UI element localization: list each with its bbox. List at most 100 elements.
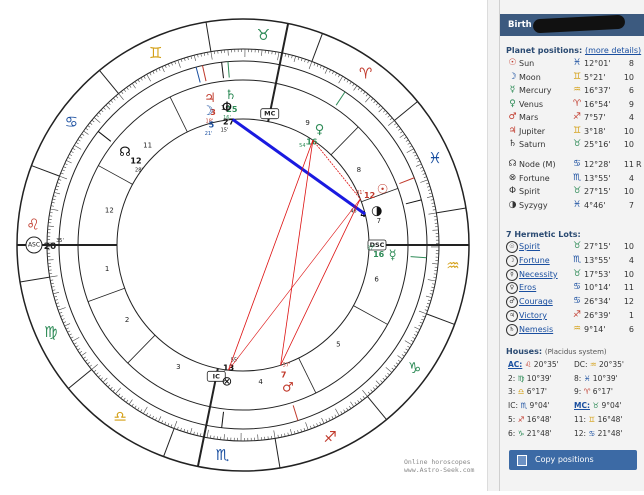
aspect-line-blue [233, 119, 365, 214]
lot-degree: 17°53' [584, 270, 611, 279]
retrograde-mark: R [636, 160, 642, 169]
degree-tick [420, 167, 423, 168]
degree-tick [66, 160, 71, 163]
degree-tick [99, 112, 101, 114]
house-degree: 21°48' [595, 429, 622, 438]
point-glyph-icon: ☊ [507, 159, 518, 169]
degree-tick [171, 63, 172, 66]
degree-tick [329, 70, 330, 73]
point-name: Fortune [519, 174, 550, 183]
aspect-line-red [228, 140, 312, 370]
lot-house: 11 [622, 283, 634, 292]
planet-name: Moon [519, 73, 541, 82]
zodiac-sign-10-icon: ♑ [408, 359, 421, 377]
point-name: Node (M) [519, 160, 556, 169]
lot-link-victory[interactable]: Victory [519, 311, 547, 320]
copy-positions-button[interactable]: Copy positions [509, 450, 637, 470]
lot-link-eros[interactable]: Eros [519, 283, 536, 292]
planet-degree: 3°18' [584, 127, 605, 136]
planet-row-mars: ♂Mars♐7°57'4 [504, 112, 644, 125]
degree-tick [90, 123, 92, 125]
point-row-fortune: ⊗Fortune♏13°55'4 [504, 173, 644, 186]
degree-tick [149, 414, 150, 417]
degree-tick [52, 202, 55, 203]
degree-tick [426, 183, 429, 184]
house-label[interactable]: MC: [574, 401, 590, 410]
lot-house: 1 [622, 311, 634, 320]
degree-tick [69, 334, 72, 335]
degree-tick [387, 373, 389, 375]
house-label[interactable]: AC: [508, 360, 522, 369]
degree-tick [129, 400, 132, 405]
lot-link-courage[interactable]: Courage [519, 297, 553, 306]
sign-boundary [394, 101, 417, 120]
point-row-node-m-: ☊Node (M)♋12°28'11R [504, 159, 644, 172]
point-house: 11 [622, 160, 634, 169]
degree-tick [175, 61, 176, 64]
house-cusp-12: 12: ♋ 21°48' [574, 429, 622, 441]
degree-tick [383, 110, 385, 112]
lot-link-nemesis[interactable]: Nemesis [519, 325, 553, 334]
more-details-link[interactable]: (more details) [585, 46, 641, 55]
degree-tick [62, 170, 65, 171]
sign-icon: ♒ [572, 85, 582, 95]
degree-tick [349, 406, 351, 409]
degree-tick [339, 76, 343, 83]
planet-row-moon: ☽Moon♊5°21'10 [504, 72, 644, 85]
degree-tick [92, 364, 98, 369]
point-degree: 13°55' [584, 174, 611, 183]
zodiac-sign-2-icon: ♉ [257, 26, 270, 44]
degree-tick [68, 157, 71, 158]
lot-link-spirit[interactable]: Spirit [519, 242, 540, 251]
degree-tick [294, 56, 296, 62]
degree-tick [404, 352, 406, 354]
degree-tick [304, 428, 305, 431]
degree-tick [420, 180, 428, 183]
house-number: 4 [258, 378, 263, 386]
degree-tick [425, 310, 428, 311]
lot-degree: 27°15' [584, 242, 611, 251]
degree-tick [285, 54, 286, 57]
planet-pointer [399, 178, 414, 184]
degree-tick [184, 429, 185, 432]
zodiac-sign-3-icon: ♊ [149, 44, 162, 62]
planet-degree: 12°01' [584, 59, 611, 68]
degree-tick [171, 424, 172, 427]
degree-tick [368, 392, 370, 394]
degree-tick [379, 108, 383, 112]
degree-tick [63, 322, 66, 323]
degree-tick [408, 143, 411, 145]
degree-tick [432, 206, 435, 207]
degree-tick [150, 73, 151, 76]
degree-tick [354, 86, 357, 91]
sign-icon: ♏ [572, 173, 582, 183]
degree-tick [298, 430, 299, 433]
lot-link-necessity[interactable]: Necessity [519, 270, 558, 279]
degree-tick [288, 433, 289, 436]
house-label: IC: [508, 401, 518, 410]
degree-tick [313, 425, 314, 428]
lot-link-fortune[interactable]: Fortune [519, 256, 550, 265]
lot-house: 10 [622, 242, 634, 251]
degree-tick [198, 54, 199, 57]
degree-tick [81, 352, 86, 355]
planet-pointer [98, 131, 111, 141]
degree-tick [294, 431, 295, 434]
sidebar: Birth Planet positions: (more details) ☉… [499, 0, 644, 491]
degree-tick [314, 63, 315, 66]
degree-tick [124, 89, 126, 91]
birth-label: Birth [508, 20, 532, 30]
degree-tick [421, 170, 424, 171]
degree-tick [416, 164, 421, 166]
hermetic-lots-title: 7 Hermetic Lots: [506, 230, 581, 239]
zodiac-sign-8-icon: ♏ [216, 446, 230, 464]
degree-tick [106, 105, 110, 109]
planet-pointer [222, 62, 224, 78]
degree-tick [56, 303, 59, 304]
degree-tick [385, 113, 387, 115]
degree-tick [412, 337, 415, 338]
degree-tick [373, 387, 375, 389]
degree-tick [54, 192, 60, 194]
degree-tick [292, 55, 293, 58]
degree-tick [61, 173, 64, 174]
